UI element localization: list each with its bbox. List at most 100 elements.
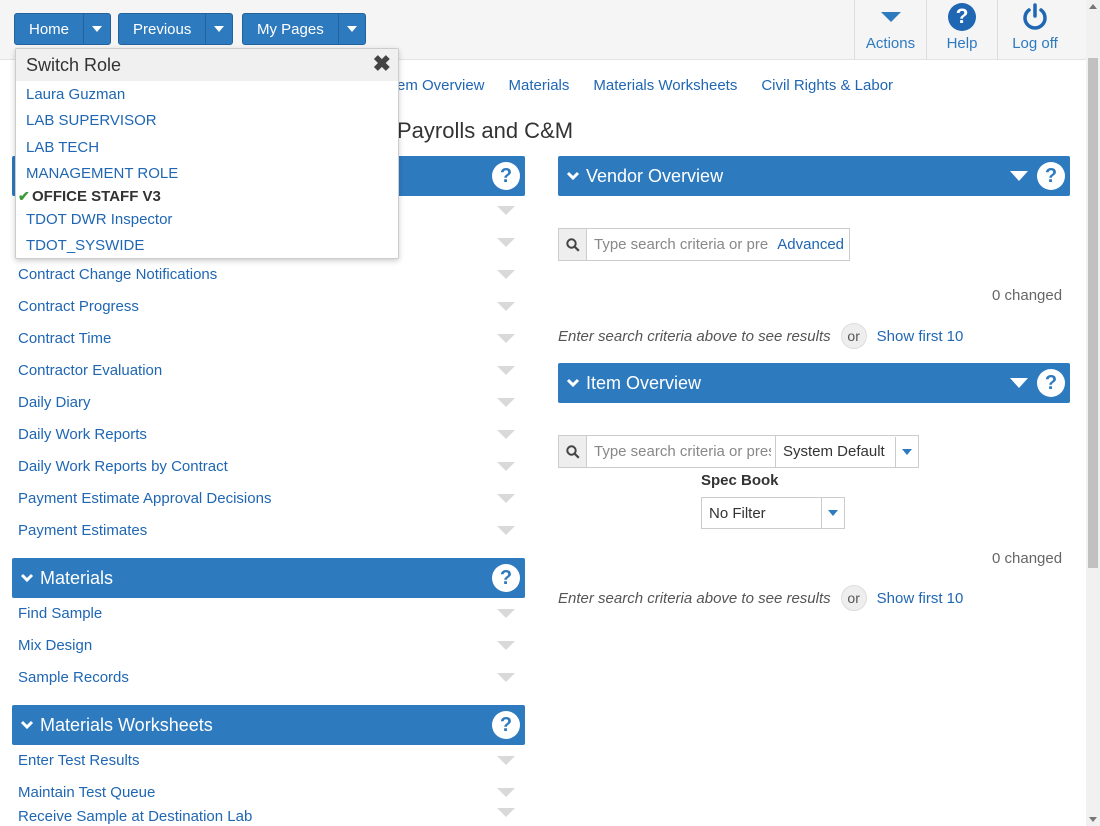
chevron-down-icon[interactable] xyxy=(560,168,586,184)
role-item[interactable]: LAB TECH xyxy=(16,134,398,161)
tab-civil-rights-labor[interactable]: Civil Rights & Labor xyxy=(761,77,893,94)
list-item[interactable]: Maintain Test Queue xyxy=(12,776,525,808)
search-icon[interactable] xyxy=(559,229,587,260)
expand-arrow-icon[interactable] xyxy=(497,333,515,343)
role-item[interactable]: Laura Guzman xyxy=(16,81,398,108)
list-item-label[interactable]: Sample Records xyxy=(18,669,129,686)
caret-down-icon[interactable] xyxy=(895,436,918,467)
expand-arrow-icon[interactable] xyxy=(497,808,515,817)
my-pages-button[interactable]: My Pages xyxy=(242,13,366,45)
list-item-label[interactable]: Daily Work Reports xyxy=(18,426,147,443)
home-button[interactable]: Home xyxy=(14,13,112,45)
vendor-overview-panel-header[interactable]: Vendor Overview ? xyxy=(558,156,1070,196)
expand-arrow-icon[interactable] xyxy=(497,493,515,503)
list-item-label[interactable]: Payment Estimates xyxy=(18,522,147,539)
tab-materials[interactable]: Materials xyxy=(509,77,570,94)
list-item[interactable]: Contract Change Notifications xyxy=(12,258,525,290)
list-item-label[interactable]: Payment Estimate Approval Decisions xyxy=(18,490,271,507)
log-off-button[interactable]: Log off xyxy=(997,0,1072,60)
system-default-select[interactable]: System Default xyxy=(775,435,919,468)
expand-arrow-icon[interactable] xyxy=(497,365,515,375)
panel-menu-caret-icon[interactable] xyxy=(1010,378,1028,388)
expand-arrow-icon[interactable] xyxy=(497,205,515,215)
expand-arrow-icon[interactable] xyxy=(497,269,515,279)
tab-materials-worksheets[interactable]: Materials Worksheets xyxy=(593,77,737,94)
page-scrollbar[interactable] xyxy=(1086,0,1100,826)
expand-arrow-icon[interactable] xyxy=(497,429,515,439)
list-item[interactable]: Daily Diary xyxy=(12,386,525,418)
role-item[interactable]: MANAGEMENT ROLE xyxy=(16,161,398,188)
chevron-down-icon[interactable] xyxy=(14,570,40,586)
list-item-label[interactable]: Daily Work Reports by Contract xyxy=(18,458,228,475)
list-item-label[interactable]: Contract Time xyxy=(18,330,111,347)
list-item-label[interactable]: Contract Progress xyxy=(18,298,139,315)
scrollbar-thumb[interactable] xyxy=(1088,58,1098,568)
expand-arrow-icon[interactable] xyxy=(497,787,515,797)
list-item[interactable]: Contractor Evaluation xyxy=(12,354,525,386)
scroll-up-arrow-icon[interactable] xyxy=(1089,4,1097,9)
panel-menu-caret-icon[interactable] xyxy=(1010,171,1028,181)
home-caret-icon[interactable] xyxy=(83,14,110,44)
previous-label[interactable]: Previous xyxy=(119,14,205,44)
list-item[interactable]: Payment Estimates xyxy=(12,514,525,546)
help-icon[interactable]: ? xyxy=(492,564,520,592)
list-item-label[interactable]: Receive Sample at Destination Lab xyxy=(18,808,252,825)
expand-arrow-icon[interactable] xyxy=(497,608,515,618)
role-item[interactable]: TDOT_SYSWIDE xyxy=(16,233,398,260)
search-icon[interactable] xyxy=(559,436,587,467)
list-item-label[interactable]: Contract Change Notifications xyxy=(18,266,217,283)
home-label[interactable]: Home xyxy=(15,14,83,44)
expand-arrow-icon[interactable] xyxy=(497,301,515,311)
list-item[interactable]: Enter Test Results xyxy=(12,744,525,776)
expand-arrow-icon[interactable] xyxy=(497,672,515,682)
help-icon[interactable]: ? xyxy=(1037,162,1065,190)
help-icon[interactable]: ? xyxy=(948,3,976,31)
role-item-selected[interactable]: ✔ OFFICE STAFF V3 xyxy=(16,187,398,206)
list-item-label[interactable]: Enter Test Results xyxy=(18,752,139,769)
list-item[interactable]: Contract Progress xyxy=(12,290,525,322)
power-icon[interactable] xyxy=(1020,0,1050,34)
expand-arrow-icon[interactable] xyxy=(497,640,515,650)
list-item[interactable]: Receive Sample at Destination Lab xyxy=(12,808,525,826)
list-item[interactable]: Sample Records xyxy=(12,661,525,693)
caret-down-icon[interactable] xyxy=(880,0,902,34)
log-off-label[interactable]: Log off xyxy=(1012,35,1058,52)
materials-panel-header[interactable]: Materials ? xyxy=(12,558,525,598)
expand-arrow-icon[interactable] xyxy=(497,237,515,247)
previous-button[interactable]: Previous xyxy=(118,13,234,45)
scroll-down-arrow-icon[interactable] xyxy=(1089,817,1097,822)
help-icon[interactable]: ? xyxy=(492,711,520,739)
vendor-advanced-link[interactable]: Advanced xyxy=(777,236,844,253)
role-item[interactable]: TDOT DWR Inspector xyxy=(16,206,398,233)
system-default-value[interactable]: System Default xyxy=(776,443,895,460)
spec-book-value[interactable]: No Filter xyxy=(702,505,821,522)
spec-book-select[interactable]: No Filter xyxy=(701,497,845,529)
list-item-label[interactable]: Maintain Test Queue xyxy=(18,784,155,801)
expand-arrow-icon[interactable] xyxy=(497,461,515,471)
role-item[interactable]: LAB SUPERVISOR xyxy=(16,108,398,135)
list-item-label[interactable]: Contractor Evaluation xyxy=(18,362,162,379)
actions-label[interactable]: Actions xyxy=(866,35,915,52)
list-item-label[interactable]: Mix Design xyxy=(18,637,92,654)
help-icon[interactable]: ? xyxy=(1037,369,1065,397)
vendor-search-input[interactable]: Type search criteria or press Enter Adva… xyxy=(558,228,850,261)
tab-item-overview[interactable]: em Overview xyxy=(397,77,485,94)
list-item-label[interactable]: Find Sample xyxy=(18,605,102,622)
expand-arrow-icon[interactable] xyxy=(497,397,515,407)
caret-down-icon[interactable] xyxy=(821,498,844,528)
materials-worksheets-panel-header[interactable]: Materials Worksheets ? xyxy=(12,705,525,745)
list-item[interactable]: Daily Work Reports by Contract xyxy=(12,450,525,482)
list-item-label[interactable]: Daily Diary xyxy=(18,394,91,411)
help-label[interactable]: Help xyxy=(947,35,978,52)
item-show-first-link[interactable]: Show first 10 xyxy=(877,590,964,607)
my-pages-label[interactable]: My Pages xyxy=(243,14,338,44)
help-icon[interactable]: ? xyxy=(492,162,520,190)
chevron-down-icon[interactable] xyxy=(560,375,586,391)
item-search-placeholder[interactable]: Type search criteria or press Enter xyxy=(587,443,771,460)
item-search-input[interactable]: Type search criteria or press Enter xyxy=(558,435,778,468)
vendor-show-first-link[interactable]: Show first 10 xyxy=(877,328,964,345)
list-item[interactable]: Mix Design xyxy=(12,629,525,661)
list-item[interactable]: Contract Time xyxy=(12,322,525,354)
expand-arrow-icon[interactable] xyxy=(497,525,515,535)
item-overview-panel-header[interactable]: Item Overview ? xyxy=(558,363,1070,403)
